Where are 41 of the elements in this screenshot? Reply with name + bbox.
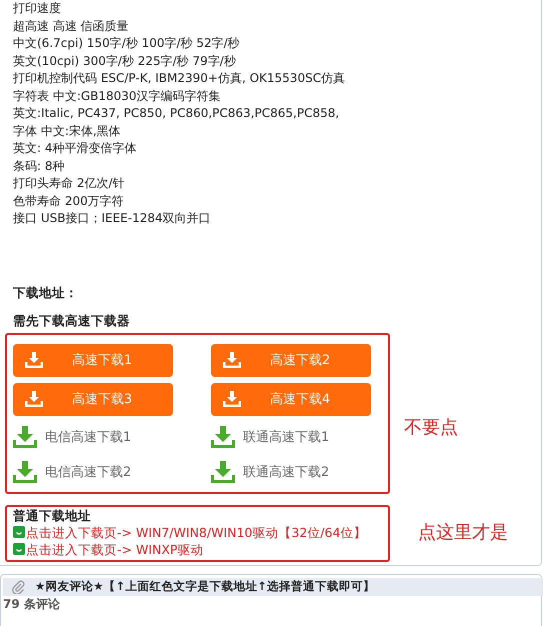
- spec-line: 超高速 高速 信函质量: [13, 18, 130, 34]
- download-button[interactable]: 高速下载4: [211, 382, 371, 416]
- download-heading: 下载地址：: [12, 284, 79, 302]
- spec-line: 字体 中文:宋体,黑体: [13, 122, 122, 140]
- spec-line: 字符表 中文:GB18030汉字编码字符集: [13, 88, 222, 104]
- link-icon: [13, 526, 25, 538]
- annotation-text: 不要点: [404, 416, 458, 438]
- download-link[interactable]: 点击进入下载页-> WINXP驱动: [13, 540, 382, 558]
- download-button[interactable]: 高速下载1: [13, 344, 173, 376]
- spec-line: 接口 USB接口；IEEE-1284双向并口: [13, 210, 212, 227]
- spec-line: 条码: 8种: [13, 158, 66, 174]
- spec-line: 英文: 4种平滑变倍字体: [13, 140, 138, 157]
- download-icon: [223, 391, 241, 407]
- spec-line: 英文(10cpi) 300字/秒 225字/秒 79字/秒: [13, 52, 237, 70]
- section-heading: 普通下载地址: [13, 508, 92, 524]
- comment-title: ★网友评论★【↑上面红色文字是下载地址↑选择普通下载即可】: [35, 579, 375, 594]
- download-link[interactable]: 联通高速下载1: [211, 422, 371, 450]
- download-link[interactable]: 点击进入下载页-> WIN7/WIN8/WIN10驱动【32位/64位】: [13, 524, 382, 540]
- download-icon: [25, 352, 43, 368]
- spec-line: 打印头寿命 2亿次/针: [13, 175, 126, 192]
- link-icon: [13, 543, 25, 555]
- paperclip-icon: [11, 580, 25, 594]
- download-icon: [13, 460, 37, 482]
- spec-line: 英文:Italic, PC437, PC850, PC860,PC863,PC865,PC858,: [13, 105, 340, 122]
- download-link[interactable]: 联通高速下载2: [211, 458, 371, 486]
- comment-count: 79 条评论: [3, 596, 61, 610]
- download-icon: [25, 391, 43, 407]
- spec-line: 打印速度: [13, 0, 62, 17]
- annotation-text: 点这里才是: [418, 520, 508, 544]
- section-heading: 需先下载高速下载器: [12, 312, 131, 330]
- download-button[interactable]: 高速下载2: [211, 344, 371, 376]
- download-icon: [211, 460, 235, 482]
- spec-line: 打印机控制代码 ESC/P-K, IBM2390+仿真, OK15530SC仿真: [13, 70, 346, 87]
- download-icon: [13, 426, 37, 448]
- download-link[interactable]: 电信高速下载1: [13, 422, 173, 450]
- spec-line: 色带寿命 200万字符: [13, 192, 125, 210]
- download-icon: [211, 426, 235, 448]
- download-icon: [223, 352, 241, 368]
- download-button[interactable]: 高速下载3: [13, 382, 173, 416]
- spec-line: 中文(6.7cpi) 150字/秒 100字/秒 52字/秒: [13, 35, 241, 52]
- download-link[interactable]: 电信高速下载2: [13, 458, 173, 486]
